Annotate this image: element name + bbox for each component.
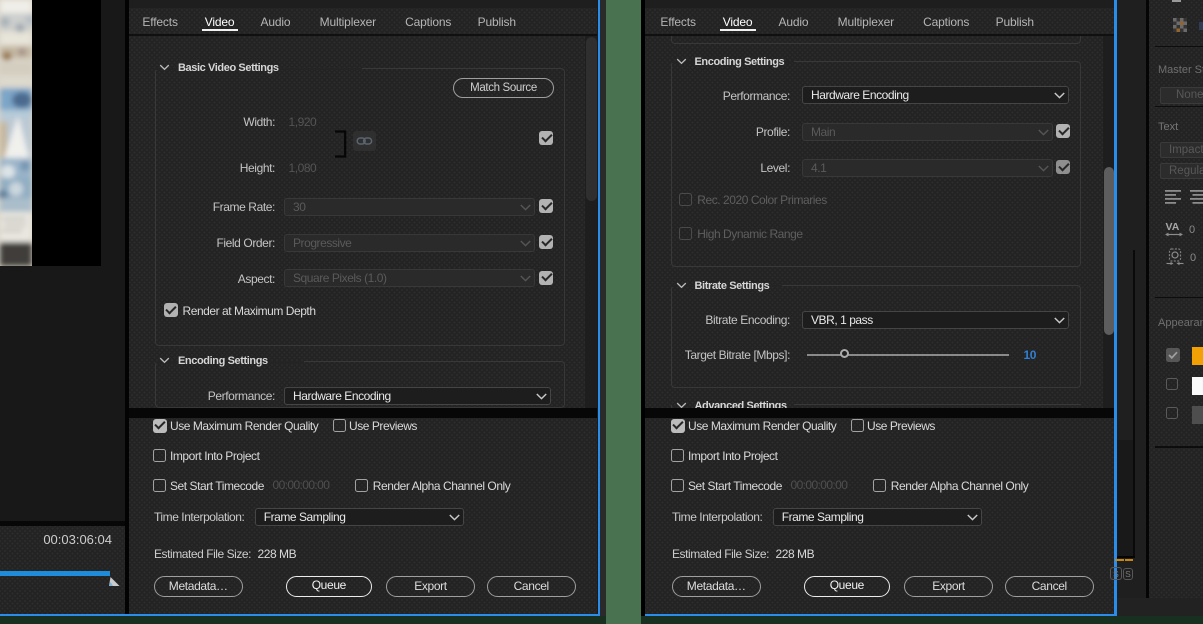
svg-text:VA: VA bbox=[1166, 221, 1180, 233]
